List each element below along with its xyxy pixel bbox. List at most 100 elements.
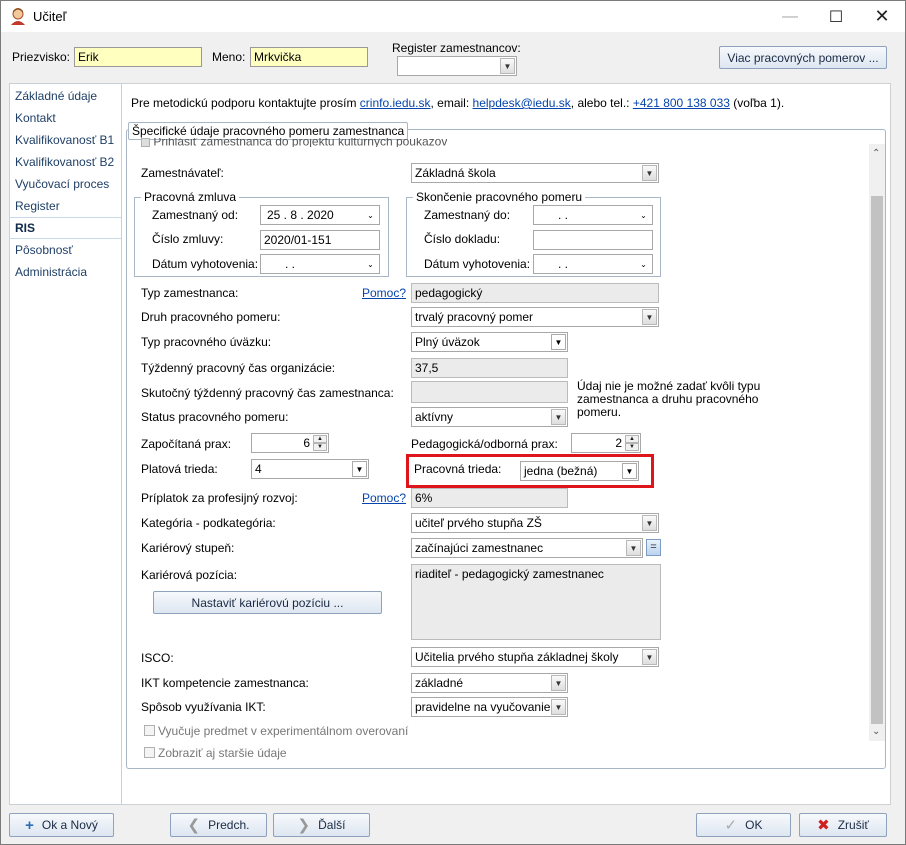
- next-button[interactable]: ❯ Ďalší: [273, 813, 370, 837]
- isco-combo[interactable]: Učitelia prvého stupňa základnej školy ▼: [411, 647, 659, 667]
- status-combo[interactable]: aktívny ▼: [411, 407, 568, 427]
- doc-number-label: Číslo dokladu:: [424, 232, 501, 246]
- scroll-up-icon[interactable]: ⌃: [872, 148, 880, 159]
- set-career-position-button[interactable]: Nastaviť kariérovú pozíciu ...: [153, 591, 382, 614]
- workload-combo[interactable]: Plný úväzok ▼: [411, 332, 568, 352]
- chevron-down-icon[interactable]: ▼: [642, 165, 657, 181]
- show-old-checkbox[interactable]: [144, 747, 155, 758]
- chevron-down-icon[interactable]: ▼: [642, 309, 657, 325]
- helpdesk-link[interactable]: helpdesk@iedu.sk: [473, 96, 571, 110]
- category-value: učiteľ prvého stupňa ZŠ: [415, 516, 542, 530]
- doc-number-field[interactable]: [533, 230, 653, 250]
- employed-to-date[interactable]: . . ⌄: [533, 205, 653, 225]
- cancel-button[interactable]: ✖ Zrušiť: [799, 813, 887, 837]
- professional-bonus-label: Príplatok za profesijný rozvoj:: [141, 491, 298, 505]
- issue-date[interactable]: . . ⌄: [260, 254, 380, 274]
- chevron-down-icon[interactable]: ⌄: [363, 256, 378, 272]
- sidebar-item-administration[interactable]: Administrácia: [15, 265, 87, 279]
- culture-voucher-row[interactable]: Prihlásiť zamestnanca do projektu kultúr…: [141, 138, 447, 147]
- sidebar-item-basic[interactable]: Základné údaje: [15, 89, 97, 103]
- salary-class-combo[interactable]: 4 ▼: [251, 459, 369, 479]
- ict-combo[interactable]: základné ▼: [411, 673, 568, 693]
- counted-practice-field[interactable]: 6 ▲ ▼: [251, 433, 329, 453]
- scroll-down-icon[interactable]: ⌄: [872, 726, 880, 737]
- work-class-combo[interactable]: jedna (bežná) ▼: [520, 461, 639, 481]
- crinfo-link[interactable]: crinfo.iedu.sk: [360, 96, 431, 110]
- experimental-label: Vyučuje predmet v experimentálnom overov…: [158, 724, 409, 738]
- chevron-down-icon[interactable]: ▼: [551, 675, 566, 691]
- relation-kind-label: Druh pracovného pomeru:: [141, 310, 281, 324]
- employer-combo[interactable]: Základná škola ▼: [411, 163, 659, 183]
- chevron-down-icon[interactable]: ▼: [642, 515, 657, 531]
- employer-label: Zamestnávateľ:: [141, 166, 224, 180]
- chevron-down-icon[interactable]: ▼: [622, 463, 637, 479]
- career-level-label: Kariérový stupeň:: [141, 541, 235, 555]
- show-old-label: Zobraziť aj staršie údaje: [158, 746, 287, 760]
- chevron-down-icon[interactable]: ⌄: [636, 207, 651, 223]
- sidebar-item-scope[interactable]: Pôsobnosť: [15, 243, 73, 257]
- chevron-down-icon[interactable]: ▼: [551, 699, 566, 715]
- cancel-label: Zrušiť: [837, 818, 869, 832]
- professional-bonus-help-link[interactable]: Pomoc?: [362, 491, 406, 505]
- support-text-email: , email:: [430, 96, 470, 110]
- prev-button[interactable]: ❮ Predch.: [170, 813, 267, 837]
- phone-link[interactable]: +421 800 138 033: [633, 96, 730, 110]
- chevron-down-icon[interactable]: ▼: [626, 540, 641, 556]
- counted-practice-spinner[interactable]: ▲ ▼: [313, 435, 327, 451]
- cancel-icon: ✖: [817, 817, 830, 834]
- employed-to-value: . .: [558, 208, 569, 222]
- chevron-right-icon: ❯: [297, 817, 311, 834]
- minimize-icon[interactable]: —: [767, 1, 813, 32]
- end-issue-date[interactable]: . . ⌄: [533, 254, 653, 274]
- chevron-down-icon[interactable]: ▼: [642, 649, 657, 665]
- culture-voucher-label: Prihlásiť zamestnanca do projektu kultúr…: [153, 138, 448, 147]
- prev-label: Predch.: [208, 818, 250, 832]
- employed-from-value: 25 . 8 . 2020: [267, 208, 334, 222]
- ok-new-button[interactable]: + Ok a Nový: [9, 813, 114, 837]
- sidebar-item-contact[interactable]: Kontakt: [15, 111, 56, 125]
- relation-kind-combo[interactable]: trvalý pracovný pomer ▼: [411, 307, 659, 327]
- ped-practice-spinner[interactable]: ▲ ▼: [625, 435, 639, 451]
- plus-icon: +: [25, 816, 34, 834]
- sidebar-item-ris[interactable]: RIS: [10, 217, 121, 239]
- chevron-down-icon[interactable]: ▼: [551, 409, 566, 425]
- chevron-down-icon[interactable]: ▼: [500, 58, 515, 74]
- issue-date-label: Dátum vyhotovenia:: [152, 257, 259, 271]
- end-issue-date-label: Dátum vyhotovenia:: [424, 257, 531, 271]
- surname-label: Priezvisko:: [12, 50, 71, 64]
- chevron-down-icon[interactable]: ⌄: [363, 207, 378, 223]
- ok-button[interactable]: ✓ OK: [696, 813, 791, 837]
- register-combo[interactable]: ▼: [397, 56, 517, 76]
- category-combo[interactable]: učiteľ prvého stupňa ZŠ ▼: [411, 513, 659, 533]
- support-text-option: (voľba 1).: [733, 96, 785, 110]
- contract-number-field[interactable]: 2020/01-151: [260, 230, 380, 250]
- chevron-down-icon[interactable]: ▼: [551, 334, 566, 350]
- sidebar-item-teaching[interactable]: Vyučovací proces: [15, 177, 109, 191]
- career-level-combo[interactable]: začínajúci zamestnanec ▼: [411, 538, 643, 558]
- status-label: Status pracovného pomeru:: [141, 410, 289, 424]
- isco-value: Učitelia prvého stupňa základnej školy: [415, 650, 619, 664]
- chevron-down-icon[interactable]: ⌄: [636, 256, 651, 272]
- sidebar-item-qualification-b2[interactable]: Kvalifikovanosť B2: [15, 155, 114, 169]
- maximize-icon[interactable]: ☐: [813, 1, 859, 32]
- ict-usage-combo[interactable]: pravidelne na vyučovanie ▼: [411, 697, 568, 717]
- employed-from-date[interactable]: 25 . 8 . 2020 ⌄: [260, 205, 380, 225]
- chevron-left-icon: ❮: [187, 817, 201, 834]
- more-employment-button[interactable]: Viac pracovných pomerov ...: [719, 46, 887, 69]
- experimental-checkbox[interactable]: [144, 725, 155, 736]
- next-label: Ďalší: [318, 818, 346, 832]
- close-icon[interactable]: ✕: [859, 1, 905, 32]
- sidebar-item-qualification-b1[interactable]: Kvalifikovanosť B1: [15, 133, 114, 147]
- equals-icon[interactable]: =: [646, 539, 661, 556]
- employee-type-help-link[interactable]: Pomoc?: [362, 286, 406, 300]
- name-field[interactable]: Mrkvička: [250, 47, 368, 67]
- salary-class-label: Platová trieda:: [141, 462, 218, 476]
- surname-field[interactable]: Erik: [74, 47, 202, 67]
- contract-number-label: Číslo zmluvy:: [152, 232, 224, 246]
- sidebar-item-register[interactable]: Register: [15, 199, 60, 213]
- scrollbar-thumb[interactable]: [871, 196, 883, 724]
- panel-scrollbar[interactable]: ⌃ ⌄: [869, 144, 885, 741]
- ped-practice-field[interactable]: 2 ▲ ▼: [571, 433, 641, 453]
- chevron-down-icon[interactable]: ▼: [352, 461, 367, 477]
- support-text-phone: , alebo tel.:: [570, 96, 630, 110]
